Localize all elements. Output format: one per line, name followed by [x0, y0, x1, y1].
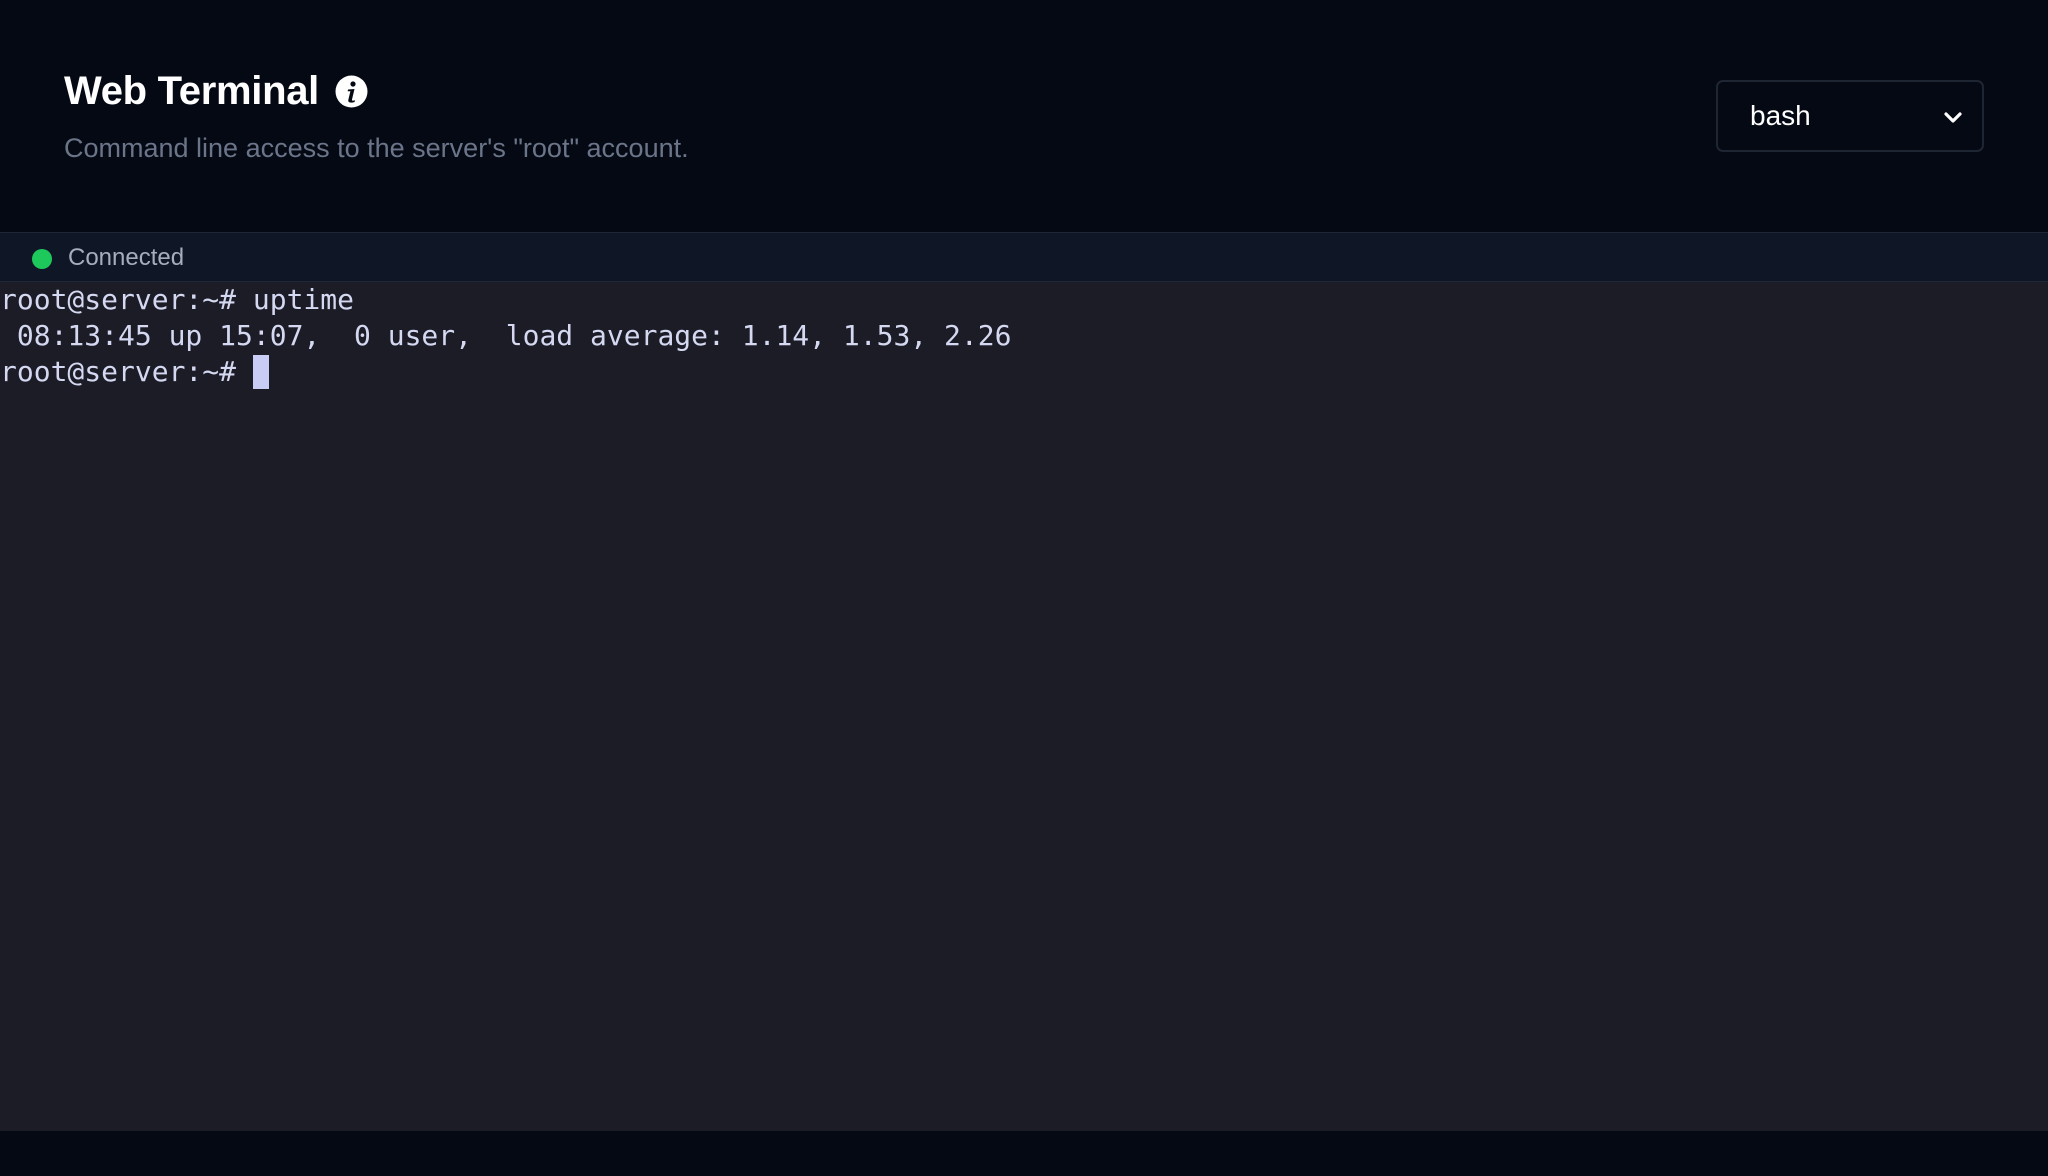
terminal-output[interactable]: root@server:~# uptime 08:13:45 up 15:07,… — [0, 282, 2048, 1131]
connection-status-bar: Connected — [0, 232, 2048, 282]
terminal-line-text: root@server:~# uptime — [0, 283, 355, 316]
page-title: Web Terminal — [64, 69, 319, 113]
info-icon[interactable] — [335, 75, 368, 108]
page-header: Web Terminal Command line access to the … — [0, 0, 2048, 232]
terminal-prompt: root@server:~# — [0, 355, 237, 388]
connection-status-text: Connected — [68, 244, 185, 271]
terminal-line: 08:13:45 up 15:07, 0 user, load average:… — [0, 318, 1012, 354]
status-indicator-dot — [32, 249, 52, 269]
title-row: Web Terminal — [64, 66, 368, 116]
chevron-down-icon — [1942, 107, 1964, 129]
terminal-line-text: 08:13:45 up 15:07, 0 user, load average:… — [0, 319, 1012, 352]
terminal-cursor — [253, 355, 270, 389]
shell-select[interactable]: bash — [1716, 80, 1984, 152]
terminal-line: root@server:~# uptime — [0, 282, 354, 318]
page-subtitle: Command line access to the server's "roo… — [64, 133, 689, 163]
terminal-prompt-line: root@server:~# — [0, 354, 270, 390]
page-footer — [0, 1131, 2048, 1176]
shell-select-value: bash — [1750, 100, 1811, 131]
